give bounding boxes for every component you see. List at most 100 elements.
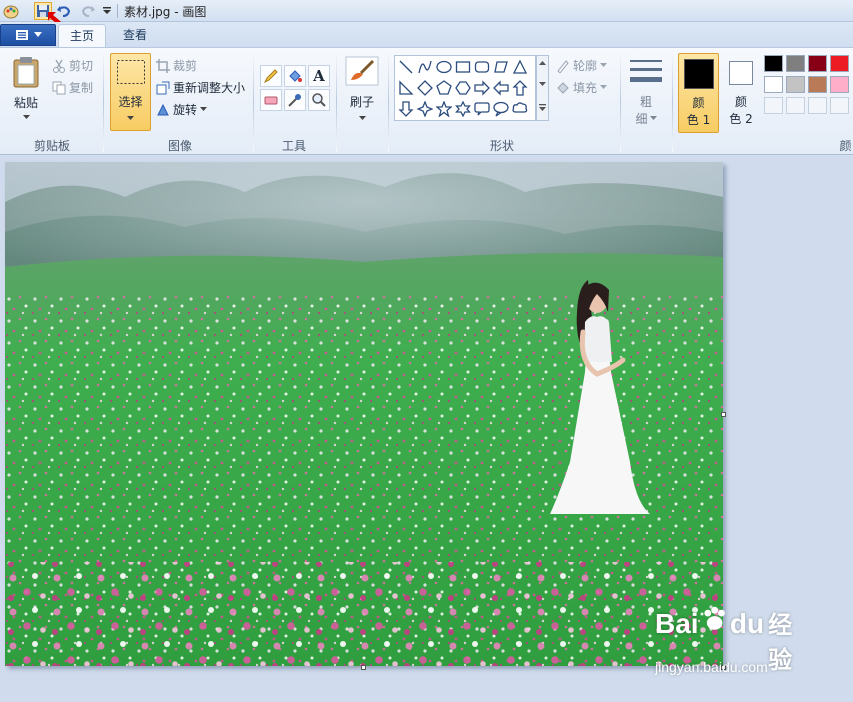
tab-home[interactable]: 主页 bbox=[58, 24, 106, 48]
menu-icon bbox=[15, 30, 28, 40]
customize-toolbar-dropdown-icon[interactable] bbox=[98, 2, 116, 20]
watermark-brand-du: du bbox=[729, 608, 765, 639]
palette-swatch[interactable] bbox=[830, 55, 849, 72]
palette-swatch[interactable] bbox=[808, 76, 827, 93]
chevron-down-icon bbox=[127, 116, 134, 120]
palette-swatch-empty[interactable] bbox=[808, 97, 827, 114]
diamond-shape[interactable] bbox=[416, 79, 434, 97]
group-separator bbox=[672, 52, 673, 152]
tab-view[interactable]: 查看 bbox=[112, 24, 158, 46]
group-separator bbox=[620, 52, 621, 152]
line-shape[interactable] bbox=[397, 58, 415, 76]
down-arrow-shape[interactable] bbox=[397, 100, 415, 118]
paint-app-icon[interactable] bbox=[2, 2, 20, 20]
palette-swatch[interactable] bbox=[764, 76, 783, 93]
palette-swatch[interactable] bbox=[786, 55, 805, 72]
fill-tool[interactable] bbox=[284, 65, 306, 87]
rounded-callout-shape[interactable] bbox=[473, 100, 491, 118]
brushes-button[interactable]: 刷子 bbox=[342, 53, 382, 131]
select-button[interactable]: 选择 bbox=[110, 53, 151, 131]
shapes-gallery[interactable] bbox=[394, 55, 536, 121]
resize-icon bbox=[156, 81, 170, 94]
resize-handle-right[interactable] bbox=[721, 412, 726, 417]
hexagon-shape[interactable] bbox=[454, 79, 472, 97]
paint-bucket-icon bbox=[289, 70, 302, 82]
color-1-label-line1: 颜 bbox=[692, 96, 705, 110]
palette-swatch-empty[interactable] bbox=[830, 97, 849, 114]
size-button[interactable]: 粗 细 bbox=[626, 53, 666, 131]
color-1-button[interactable]: 颜 色 1 bbox=[678, 53, 719, 133]
four-point-star-shape[interactable] bbox=[416, 100, 434, 118]
eyedropper-icon bbox=[288, 94, 301, 107]
text-tool[interactable]: A bbox=[308, 65, 330, 87]
cut-button[interactable]: 剪切 bbox=[52, 57, 93, 74]
expand-gallery-icon bbox=[539, 104, 546, 111]
cloud-callout-shape[interactable] bbox=[511, 100, 529, 118]
palette-swatch[interactable] bbox=[808, 55, 827, 72]
chevron-down-icon bbox=[600, 85, 608, 89]
line-width-icon bbox=[630, 60, 662, 82]
canvas-image[interactable] bbox=[5, 162, 723, 666]
text-tool-glyph: A bbox=[313, 67, 325, 85]
window-title: 素材.jpg - 画图 bbox=[124, 5, 207, 19]
palette-swatch[interactable] bbox=[786, 76, 805, 93]
ribbon: 粘贴 剪切 复制 剪贴板 选择 裁剪 重新调整大小 旋转 图像 A 工具 刷子 … bbox=[0, 47, 853, 155]
color-picker-tool[interactable] bbox=[284, 89, 306, 111]
outline-label: 轮廓 bbox=[573, 59, 598, 73]
undo-icon[interactable] bbox=[55, 2, 73, 20]
magnifier-tool[interactable] bbox=[308, 89, 330, 111]
paste-icon bbox=[13, 57, 39, 88]
color-2-button[interactable]: 颜 色 2 bbox=[722, 53, 760, 133]
brush-icon bbox=[345, 56, 379, 86]
five-point-star-shape[interactable] bbox=[435, 100, 453, 118]
polygon-shape[interactable] bbox=[492, 58, 510, 76]
resize-button[interactable]: 重新调整大小 bbox=[156, 79, 245, 96]
resize-handle-bottom[interactable] bbox=[361, 665, 366, 670]
oval-callout-shape[interactable] bbox=[492, 100, 510, 118]
palette-swatch-empty[interactable] bbox=[764, 97, 783, 114]
eraser-tool[interactable] bbox=[260, 89, 282, 111]
watermark-brand: Bai bbox=[655, 608, 699, 639]
crop-button[interactable]: 裁剪 bbox=[156, 57, 197, 74]
left-arrow-shape[interactable] bbox=[492, 79, 510, 97]
crop-icon bbox=[156, 58, 170, 73]
color-1-label-line2: 色 1 bbox=[686, 113, 711, 127]
paw-icon bbox=[703, 606, 725, 630]
rotate-button[interactable]: 旋转 bbox=[156, 101, 208, 118]
image-group-label: 图像 bbox=[167, 139, 192, 153]
tools-group-label: 工具 bbox=[281, 139, 306, 153]
chevron-down-icon bbox=[33, 32, 42, 37]
fill-button[interactable]: 填充 bbox=[556, 79, 608, 96]
outline-button[interactable]: 轮廓 bbox=[556, 57, 608, 74]
pencil-tool[interactable] bbox=[260, 65, 282, 87]
triangle-shape[interactable] bbox=[511, 58, 529, 76]
right-arrow-shape[interactable] bbox=[473, 79, 491, 97]
redo-icon[interactable] bbox=[79, 2, 97, 20]
title-bar: 素材.jpg - 画图 bbox=[0, 0, 853, 29]
oval-shape[interactable] bbox=[435, 58, 453, 76]
rotate-label: 旋转 bbox=[173, 103, 198, 117]
palette-swatch-empty[interactable] bbox=[786, 97, 805, 114]
chevron-down-icon bbox=[600, 63, 608, 67]
up-arrow-shape[interactable] bbox=[511, 79, 529, 97]
chevron-down-icon bbox=[359, 116, 366, 120]
six-point-star-shape[interactable] bbox=[454, 100, 472, 118]
chevron-down-icon bbox=[200, 107, 208, 111]
rectangle-shape[interactable] bbox=[454, 58, 472, 76]
pencil-icon bbox=[263, 69, 278, 84]
eraser-icon bbox=[264, 96, 278, 105]
copy-button[interactable]: 复制 bbox=[52, 79, 93, 96]
shapes-gallery-scrollbar[interactable] bbox=[536, 55, 549, 121]
palette-swatch[interactable] bbox=[764, 55, 783, 72]
fill-icon bbox=[557, 81, 569, 94]
color-2-label-line1: 颜 bbox=[734, 95, 747, 109]
file-menu-button[interactable] bbox=[0, 24, 56, 46]
paste-button[interactable]: 粘贴 bbox=[6, 52, 46, 130]
rounded-rectangle-shape[interactable] bbox=[473, 58, 491, 76]
curve-shape[interactable] bbox=[416, 58, 434, 76]
right-triangle-shape[interactable] bbox=[397, 79, 415, 97]
group-separator bbox=[336, 52, 337, 152]
palette-swatch[interactable] bbox=[830, 76, 849, 93]
pentagon-shape[interactable] bbox=[435, 79, 453, 97]
chevron-down-icon bbox=[23, 115, 30, 119]
